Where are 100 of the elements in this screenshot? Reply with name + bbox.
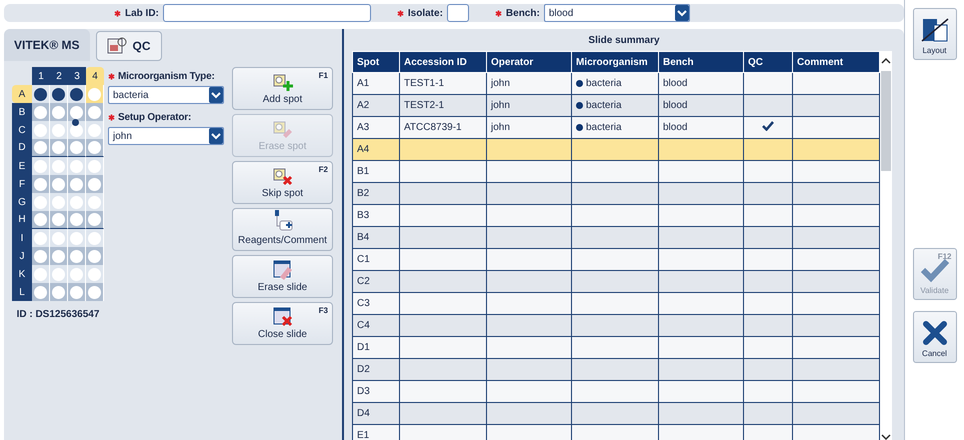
sidebar-button[interactable]: Cancel	[912, 311, 956, 363]
table-row[interactable]: C3	[352, 292, 880, 314]
table-cell: A3	[357, 122, 370, 133]
dropdown[interactable]: bacteria	[108, 86, 224, 104]
table-cell: D2	[357, 364, 370, 375]
required-icon	[108, 114, 115, 121]
row-header[interactable]: I	[12, 229, 32, 247]
bullet-icon	[576, 124, 583, 130]
dropdown[interactable]: john	[108, 127, 224, 145]
tab[interactable]: QC	[96, 31, 162, 61]
required-icon	[108, 73, 115, 80]
table-cell: B4	[357, 232, 370, 243]
column-header: Microorganism	[572, 52, 658, 72]
table-cell: D1	[357, 342, 370, 353]
table-row[interactable]: B3	[352, 204, 880, 226]
shortcut-key: F12	[938, 252, 952, 261]
row-header[interactable]: K	[12, 265, 32, 283]
action-button[interactable]: F2 Skip spot	[232, 161, 333, 204]
table-cell: blood	[663, 100, 688, 111]
row-header[interactable]: A	[12, 85, 32, 103]
dropdown-icon	[209, 87, 223, 103]
scroll-down-icon[interactable]	[881, 433, 891, 440]
table-cell: A1	[357, 78, 370, 89]
table-title: Slide summary	[587, 35, 661, 48]
table-row[interactable]: D2	[352, 358, 880, 380]
table-row[interactable]: D4	[352, 402, 880, 424]
sidebar-button[interactable]: Layout	[912, 8, 956, 60]
table-row[interactable]: B4	[352, 226, 880, 248]
table-cell: bacteria	[586, 122, 622, 132]
table-row[interactable]: A1 TEST1-1 john bacteria blood	[352, 72, 880, 94]
building-icon	[920, 17, 950, 43]
column-header[interactable]: 3	[68, 67, 86, 85]
table-cell: A2	[357, 100, 370, 111]
close-slide-icon	[272, 307, 294, 327]
table-row[interactable]: C4	[352, 314, 880, 336]
row-header[interactable]: G	[12, 193, 32, 211]
table-row[interactable]: B1	[352, 160, 880, 182]
table-cell: C1	[357, 254, 370, 265]
erase-slide-icon	[272, 260, 294, 280]
row-header[interactable]: L	[12, 283, 32, 301]
column-header[interactable]: 4	[86, 67, 104, 85]
action-button[interactable]: F3 Close slide	[232, 302, 333, 345]
column-header: Operator	[486, 52, 572, 72]
column-header: Accession ID	[400, 52, 486, 72]
required-icon	[114, 10, 121, 16]
required-icon	[494, 10, 502, 16]
lab-id-field[interactable]	[162, 4, 371, 22]
column-header[interactable]: 1	[32, 67, 50, 85]
table-cell: TEST2-1	[404, 100, 444, 111]
action-button[interactable]: F1 Add spot	[232, 67, 333, 110]
bench-dropdown[interactable]: blood	[544, 4, 690, 22]
table-cell: B3	[357, 210, 370, 221]
shortcut-key: F1	[318, 71, 328, 80]
column-header[interactable]: 2	[50, 67, 68, 85]
table-row[interactable]: D1	[352, 336, 880, 358]
table-row[interactable]: E1	[352, 424, 880, 440]
document-icon	[106, 37, 127, 55]
table-row[interactable]: A2 TEST2-1 john bacteria blood	[352, 94, 880, 116]
close-icon	[922, 320, 948, 346]
field-label: Lab ID:	[125, 8, 159, 18]
table-row[interactable]: A3 ATCC8739-1 john bacteria blood	[352, 116, 880, 138]
action-button[interactable]: Erase slide	[232, 255, 333, 298]
row-header[interactable]: D	[12, 139, 32, 157]
table-cell: C3	[357, 298, 370, 309]
tab[interactable]: VITEK® MS	[4, 29, 90, 61]
table-cell: blood	[663, 122, 688, 133]
table-cell: bacteria	[586, 78, 622, 88]
column-header: QC	[744, 52, 792, 72]
table-cell: john	[491, 100, 510, 111]
table-row[interactable]: A4	[352, 138, 880, 160]
row-header[interactable]: B	[12, 103, 32, 121]
table-cell: C2	[357, 276, 370, 287]
table-cell: D3	[357, 386, 370, 397]
table-row[interactable]: D3	[352, 380, 880, 402]
field-label: Isolate:	[408, 8, 443, 18]
skip-spot-icon	[272, 168, 292, 186]
scroll-up-icon[interactable]	[881, 57, 891, 65]
spot[interactable]	[34, 88, 47, 100]
spot[interactable]	[70, 124, 83, 136]
table-cell: blood	[663, 78, 688, 89]
row-header[interactable]: J	[12, 247, 32, 265]
row-header[interactable]: E	[12, 157, 32, 175]
table-cell: B1	[357, 166, 370, 177]
spot[interactable]	[52, 88, 65, 100]
add-spot-icon	[272, 74, 292, 92]
row-header[interactable]: F	[12, 175, 32, 193]
table-row[interactable]: C1	[352, 248, 880, 270]
field-label: Microorganism Type:	[118, 71, 215, 82]
table-cell: E1	[357, 430, 370, 440]
scrollbar[interactable]	[880, 51, 892, 440]
spot[interactable]	[70, 88, 83, 100]
dropdown-icon	[209, 128, 223, 144]
scroll-thumb[interactable]	[881, 71, 891, 171]
table-row[interactable]: B2	[352, 182, 880, 204]
action-button[interactable]: Reagents/Comment	[232, 208, 333, 251]
table-row[interactable]: C2	[352, 270, 880, 292]
row-header[interactable]: C	[12, 121, 32, 139]
row-header[interactable]: H	[12, 211, 32, 229]
column-header: Spot	[352, 52, 400, 72]
isolate-field[interactable]	[446, 4, 469, 22]
